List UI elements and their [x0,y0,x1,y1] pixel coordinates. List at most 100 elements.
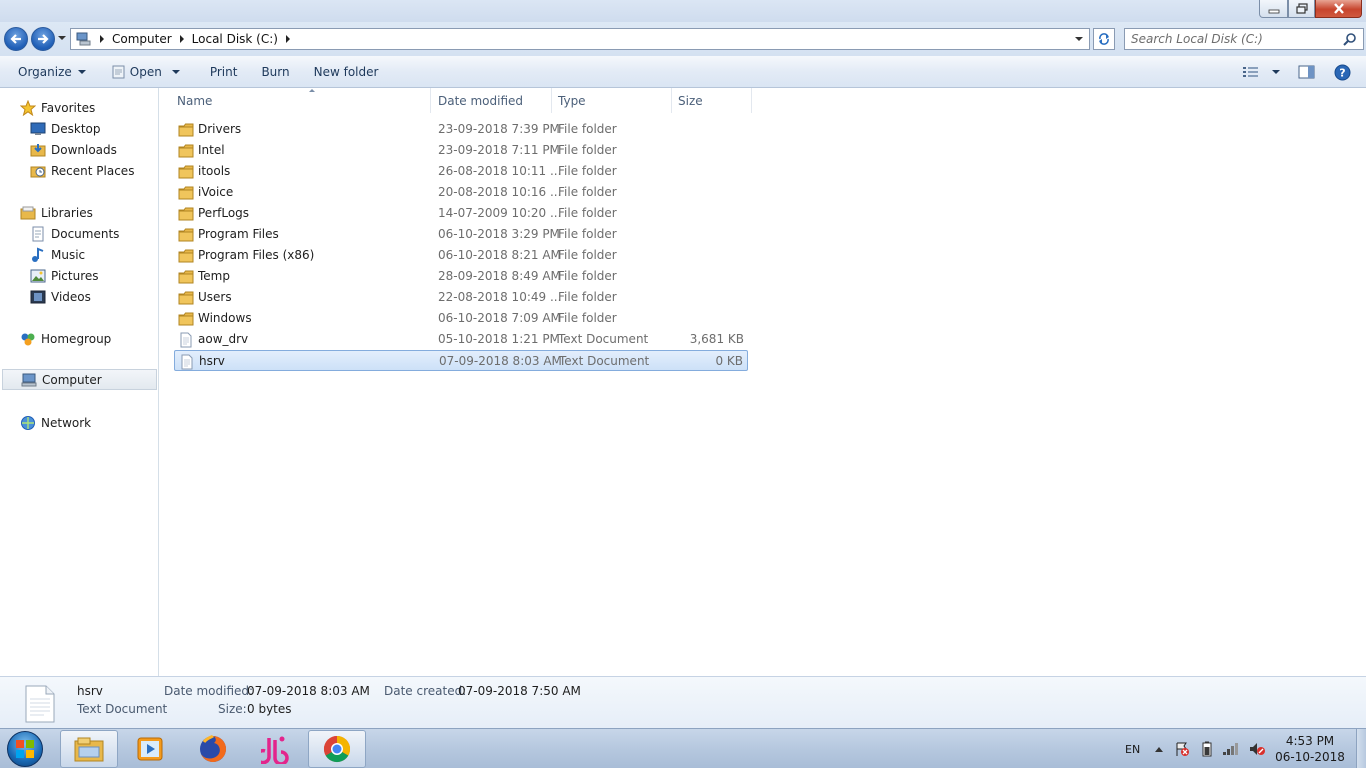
file-date-modified: 14-07-2009 10:20 ... [438,206,562,220]
new-folder-button[interactable]: New folder [305,56,388,88]
file-date-modified: 23-09-2018 7:39 PM [438,122,560,136]
file-row[interactable]: PerfLogs 14-07-2009 10:20 ... File folder [174,203,748,224]
taskbar-explorer[interactable] [60,730,118,768]
file-date-modified: 06-10-2018 3:29 PM [438,227,560,241]
media-player-icon [137,737,163,761]
nav-videos-label: Videos [51,289,91,304]
forward-button[interactable] [31,27,55,51]
print-button[interactable]: Print [201,56,247,88]
navigation-row: Computer Local Disk (C:) [0,22,1366,56]
column-header-date[interactable]: Date modified [432,88,552,113]
minimize-button[interactable] [1259,0,1288,18]
taskbar-media-player[interactable] [121,730,179,768]
nav-videos[interactable]: Videos [0,286,158,307]
text-document-icon [179,354,195,370]
nav-desktop[interactable]: Desktop [0,118,158,139]
help-button[interactable]: ? [1334,56,1351,88]
close-button[interactable] [1315,0,1362,18]
search-icon[interactable] [1343,32,1357,46]
notepad-icon [112,65,125,78]
nav-libraries[interactable]: Libraries [0,202,158,223]
file-row[interactable]: Users 22-08-2018 10:49 ... File folder [174,287,748,308]
chevron-down-icon [1272,70,1280,74]
preview-pane-button[interactable] [1298,56,1316,88]
breadcrumb-arrow-end[interactable] [278,35,298,43]
tray-network[interactable] [1222,729,1240,768]
chevron-down-icon [171,69,180,74]
breadcrumb-computer[interactable]: Computer [112,32,172,46]
nav-computer[interactable]: Computer [2,369,157,390]
column-header-type[interactable]: Type [552,88,672,113]
address-history-dropdown[interactable] [1075,37,1083,41]
file-type: File folder [558,206,617,220]
nav-pictures[interactable]: Pictures [0,265,158,286]
breadcrumb-local-disk[interactable]: Local Disk (C:) [192,32,278,46]
nav-network[interactable]: Network [0,412,158,433]
tray-action-center[interactable] [1174,729,1190,768]
refresh-button[interactable] [1093,28,1115,50]
music-icon [30,247,46,263]
file-size: 3,681 KB [689,332,744,346]
forward-arrow-icon [38,34,49,44]
change-view-button[interactable] [1238,56,1280,88]
nav-music[interactable]: Music [0,244,158,265]
file-name: aow_drv [198,332,249,346]
search-box[interactable] [1124,28,1364,50]
language-indicator[interactable]: EN [1125,729,1140,768]
folder-icon [178,164,194,180]
start-button[interactable] [7,731,43,767]
file-type: Text Document [558,332,649,346]
file-row[interactable]: Program Files (x86) 06-10-2018 8:21 AM Fil… [174,245,748,266]
tray-volume[interactable] [1248,729,1266,768]
show-desktop-button[interactable] [1356,729,1366,768]
taskbar-ivoice[interactable] [246,730,304,768]
recent-pages-dropdown[interactable] [58,36,66,40]
nav-recent-places[interactable]: Recent Places [0,160,158,181]
nav-downloads[interactable]: Downloads [0,139,158,160]
nav-network-label: Network [41,415,92,430]
file-name: Program Files (x86) [198,248,315,262]
explorer-icon [74,737,104,762]
file-date-modified: 22-08-2018 10:49 ... [438,290,562,304]
command-bar: Organize Open Print Burn New folder ? [0,56,1366,88]
file-row[interactable]: hsrv 07-09-2018 8:03 AM Text Document 0 KB [174,350,748,371]
file-row[interactable]: Windows 06-10-2018 7:09 AM File folder [174,308,748,329]
homegroup-icon [20,331,36,347]
nav-pictures-label: Pictures [51,268,99,283]
clock[interactable]: 4:53 PM 06-10-2018 [1272,733,1348,765]
folder-icon [178,248,194,264]
nav-documents[interactable]: Documents [0,223,158,244]
details-file-name: hsrv [77,684,103,698]
taskbar-firefox[interactable] [184,730,242,768]
file-row[interactable]: aow_drv 05-10-2018 1:21 PM Text Document 3,… [174,329,748,350]
file-row[interactable]: Temp 28-09-2018 8:49 AM File folder [174,266,748,287]
restore-button[interactable] [1288,0,1315,18]
file-name: itools [198,164,231,178]
breadcrumb-root-arrow[interactable] [92,35,112,43]
tray-battery[interactable] [1201,729,1213,768]
file-row[interactable]: Program Files 06-10-2018 3:29 PM File fold… [174,224,748,245]
nav-favorites[interactable]: Favorites [0,97,158,118]
file-row[interactable]: Drivers 23-09-2018 7:39 PM File folder [174,119,748,140]
open-button[interactable]: Open [101,56,189,88]
address-bar[interactable]: Computer Local Disk (C:) [70,28,1090,50]
search-input[interactable] [1125,29,1335,49]
show-hidden-icons-button[interactable] [1154,729,1164,768]
organize-button[interactable]: Organize [9,56,95,88]
details-file-type: Text Document [77,702,168,716]
back-button[interactable] [4,27,28,51]
file-row[interactable]: iVoice 20-08-2018 10:16 ... File folder [174,182,748,203]
windows-logo-icon [16,740,34,758]
column-header-name[interactable]: Name [171,88,431,113]
breadcrumb-arrow[interactable] [172,35,192,43]
file-row[interactable]: itools 26-08-2018 10:11 ... File folder [174,161,748,182]
file-list-pane: Name Date modified Type Size Drivers 23-0… [159,88,1366,676]
taskbar-chrome[interactable] [308,730,366,768]
file-type: File folder [558,311,617,325]
nav-homegroup[interactable]: Homegroup [0,328,158,349]
burn-button[interactable]: Burn [252,56,298,88]
file-row[interactable]: Intel 23-09-2018 7:11 PM File folder [174,140,748,161]
file-type: File folder [558,290,617,304]
column-header-size[interactable]: Size [672,88,752,113]
file-name: iVoice [198,185,234,199]
